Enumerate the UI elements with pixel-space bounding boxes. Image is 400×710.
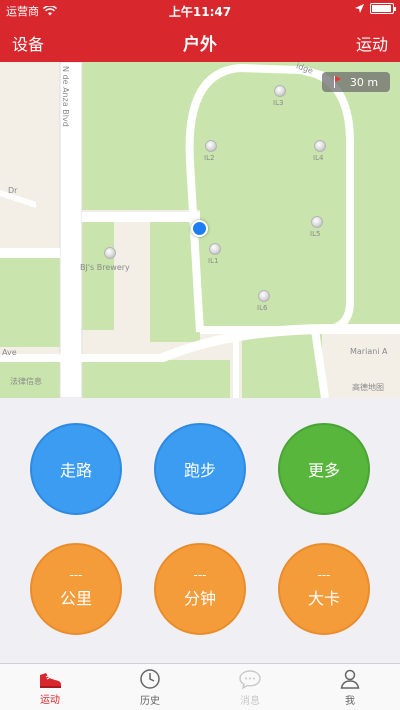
- poi-marker-bjs-brewery[interactable]: [104, 247, 116, 259]
- poi-label-il5: IL5: [310, 230, 321, 238]
- tab-me[interactable]: 我: [300, 664, 400, 710]
- calories-stat[interactable]: --- 大卡: [278, 543, 370, 635]
- person-icon: [340, 669, 360, 689]
- tab-messages[interactable]: 消息: [200, 664, 300, 710]
- status-right: [355, 3, 396, 14]
- run-button-label: 跑步: [183, 461, 216, 480]
- poi-label-il4: IL4: [313, 154, 324, 162]
- street-label-ave: Ave: [2, 348, 17, 357]
- calories-unit: 大卡: [307, 589, 340, 608]
- page-title: 户外: [183, 35, 217, 55]
- chat-bubble-icon: [239, 669, 261, 689]
- sport-type-button[interactable]: 运动: [356, 31, 388, 55]
- tab-history-label: 历史: [140, 695, 160, 707]
- more-button[interactable]: 更多: [278, 423, 370, 515]
- poi-label-il2: IL2: [204, 154, 215, 162]
- tab-sport[interactable]: 运动: [0, 664, 100, 710]
- navigation-bar: 设备 户外 运动: [0, 20, 400, 62]
- map-scale-badge: 30 m: [322, 72, 390, 92]
- poi-label-il6: IL6: [257, 304, 268, 312]
- tab-history[interactable]: 历史: [100, 664, 200, 710]
- tab-sport-label: 运动: [40, 694, 60, 706]
- distance-stat[interactable]: --- 公里: [30, 543, 122, 635]
- current-location-marker: [191, 220, 208, 237]
- clock-icon: [140, 668, 160, 689]
- run-button[interactable]: 跑步: [154, 423, 246, 515]
- flag-icon: [333, 76, 342, 88]
- app-screen: 运营商 上午11:47 设备 户外 运动 N de Anza Blvd Dr A…: [0, 0, 400, 710]
- map-view[interactable]: N de Anza Blvd Dr Ave Mariani A idge 法律信…: [0, 62, 400, 398]
- poi-marker-il1[interactable]: [209, 243, 221, 255]
- scale-label: 30 m: [349, 75, 379, 89]
- street-label-mariani: Mariani A: [350, 347, 388, 356]
- poi-marker-il3[interactable]: [274, 85, 286, 97]
- map-attribution: 高德地图: [352, 383, 384, 392]
- status-bar: 运营商 上午11:47: [0, 0, 400, 20]
- street-label-dr: Dr: [8, 186, 18, 195]
- calories-value: ---: [317, 568, 331, 582]
- tab-bar: 运动 历史 消息 我: [0, 663, 400, 710]
- legal-info-link[interactable]: 法律信息: [10, 376, 42, 387]
- distance-unit: 公里: [59, 589, 92, 608]
- street-label-de-anza: N de Anza Blvd: [61, 66, 70, 127]
- tab-messages-label: 消息: [240, 695, 260, 707]
- walk-button[interactable]: 走路: [30, 423, 122, 515]
- activity-controls: 走路 跑步 更多 --- 公里 --- 分钟 --- 大卡: [0, 398, 400, 663]
- poi-marker-il6[interactable]: [258, 290, 270, 302]
- sneaker-icon: [40, 672, 61, 688]
- status-time: 上午11:47: [168, 5, 232, 19]
- poi-label-il1: IL1: [208, 257, 219, 265]
- more-button-label: 更多: [307, 461, 340, 480]
- poi-marker-il4[interactable]: [314, 140, 326, 152]
- poi-label-il3: IL3: [273, 99, 284, 107]
- poi-marker-il2[interactable]: [205, 140, 217, 152]
- device-button[interactable]: 设备: [12, 31, 44, 55]
- duration-value: ---: [193, 568, 207, 582]
- tab-me-label: 我: [345, 695, 355, 707]
- walk-button-label: 走路: [59, 461, 92, 480]
- distance-value: ---: [69, 568, 83, 582]
- duration-unit: 分钟: [183, 589, 216, 608]
- duration-stat[interactable]: --- 分钟: [154, 543, 246, 635]
- battery-icon: [370, 3, 396, 14]
- poi-marker-il5[interactable]: [311, 216, 323, 228]
- poi-label-bjs-brewery: BJ's Brewery: [80, 263, 130, 272]
- location-arrow-icon: [355, 4, 364, 13]
